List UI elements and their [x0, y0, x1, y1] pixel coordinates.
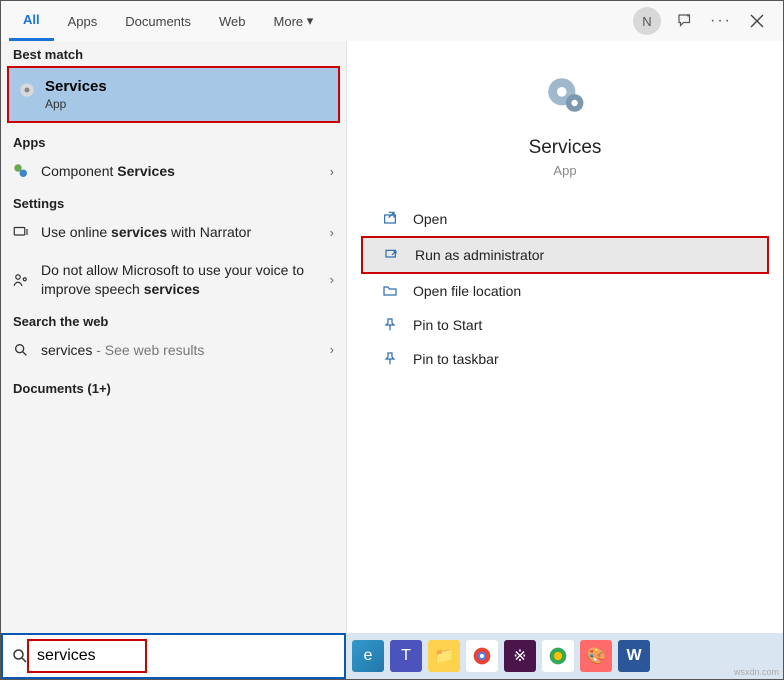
documents-heading: Documents (1+) — [1, 375, 346, 398]
taskbar: e T 📁 ※ 🎨 W — [346, 633, 783, 679]
bottom-bar: e T 📁 ※ 🎨 W — [1, 633, 783, 679]
action-label: Pin to taskbar — [413, 351, 499, 367]
tab-more[interactable]: More ▾ — [260, 1, 328, 41]
watermark: wsxdn.com — [734, 667, 779, 677]
search-icon — [11, 340, 31, 360]
pin-start-icon — [381, 316, 399, 334]
bestmatch-services[interactable]: Services App — [7, 66, 340, 123]
taskbar-app-icon[interactable]: 🎨 — [580, 640, 612, 672]
chevron-right-icon: › — [330, 272, 334, 287]
component-services-icon — [11, 161, 31, 181]
action-label: Open — [413, 211, 447, 227]
search-bar[interactable] — [1, 633, 346, 679]
search-scope-tabs: All Apps Documents Web More ▾ N ··· — [1, 1, 783, 41]
more-options-icon[interactable]: ··· — [703, 3, 739, 39]
taskbar-slack-icon[interactable]: ※ — [504, 640, 536, 672]
result-narrator-services[interactable]: Use online services with Narrator › — [1, 213, 346, 251]
bestmatch-subtitle: App — [45, 97, 328, 111]
action-pin-to-start[interactable]: Pin to Start — [361, 308, 769, 342]
taskbar-chrome2-icon[interactable] — [542, 640, 574, 672]
close-icon[interactable] — [739, 3, 775, 39]
action-pin-to-taskbar[interactable]: Pin to taskbar — [361, 342, 769, 376]
result-label: Use online services with Narrator — [41, 223, 330, 241]
chevron-right-icon: › — [330, 225, 334, 240]
taskbar-edge-icon[interactable]: e — [352, 640, 384, 672]
tab-documents[interactable]: Documents — [111, 1, 205, 41]
tab-all[interactable]: All — [9, 1, 54, 41]
action-label: Pin to Start — [413, 317, 482, 333]
speech-icon — [11, 270, 31, 290]
result-label: Component Services — [41, 162, 330, 180]
action-open[interactable]: Open — [361, 202, 769, 236]
pin-taskbar-icon — [381, 350, 399, 368]
open-icon — [381, 210, 399, 228]
gear-icon — [17, 80, 37, 100]
feedback-icon[interactable] — [667, 3, 703, 39]
taskbar-word-icon[interactable]: W — [618, 640, 650, 672]
search-input[interactable] — [37, 647, 336, 665]
action-label: Open file location — [413, 283, 521, 299]
result-speech-services[interactable]: Do not allow Microsoft to use your voice… — [1, 251, 346, 307]
taskbar-teams-icon[interactable]: T — [390, 640, 422, 672]
folder-icon — [381, 282, 399, 300]
settings-heading: Settings — [1, 190, 346, 213]
tab-web[interactable]: Web — [205, 1, 260, 41]
chevron-right-icon: › — [330, 164, 334, 179]
user-avatar[interactable]: N — [633, 7, 661, 35]
search-icon — [11, 647, 29, 665]
bestmatch-heading: Best match — [1, 41, 346, 64]
admin-icon — [383, 246, 401, 264]
chevron-right-icon: › — [330, 342, 334, 357]
result-web-services[interactable]: services - See web results › — [1, 331, 346, 369]
detail-subtitle: App — [347, 163, 783, 178]
narrator-icon — [11, 222, 31, 242]
result-label: services - See web results — [41, 341, 330, 359]
action-label: Run as administrator — [415, 247, 544, 263]
action-run-as-administrator[interactable]: Run as administrator — [361, 236, 769, 274]
bestmatch-title: Services — [45, 78, 328, 95]
detail-panel: Services App Open Run as administrator O… — [346, 41, 783, 633]
services-gear-icon — [541, 71, 589, 119]
results-panel: Best match Services App Apps Component S… — [1, 41, 346, 633]
apps-heading: Apps — [1, 129, 346, 152]
taskbar-chrome-icon[interactable] — [466, 640, 498, 672]
tab-apps[interactable]: Apps — [54, 1, 112, 41]
action-open-file-location[interactable]: Open file location — [361, 274, 769, 308]
taskbar-explorer-icon[interactable]: 📁 — [428, 640, 460, 672]
detail-title: Services — [347, 137, 783, 159]
result-label: Do not allow Microsoft to use your voice… — [41, 261, 330, 297]
result-component-services[interactable]: Component Services › — [1, 152, 346, 190]
searchweb-heading: Search the web — [1, 308, 346, 331]
